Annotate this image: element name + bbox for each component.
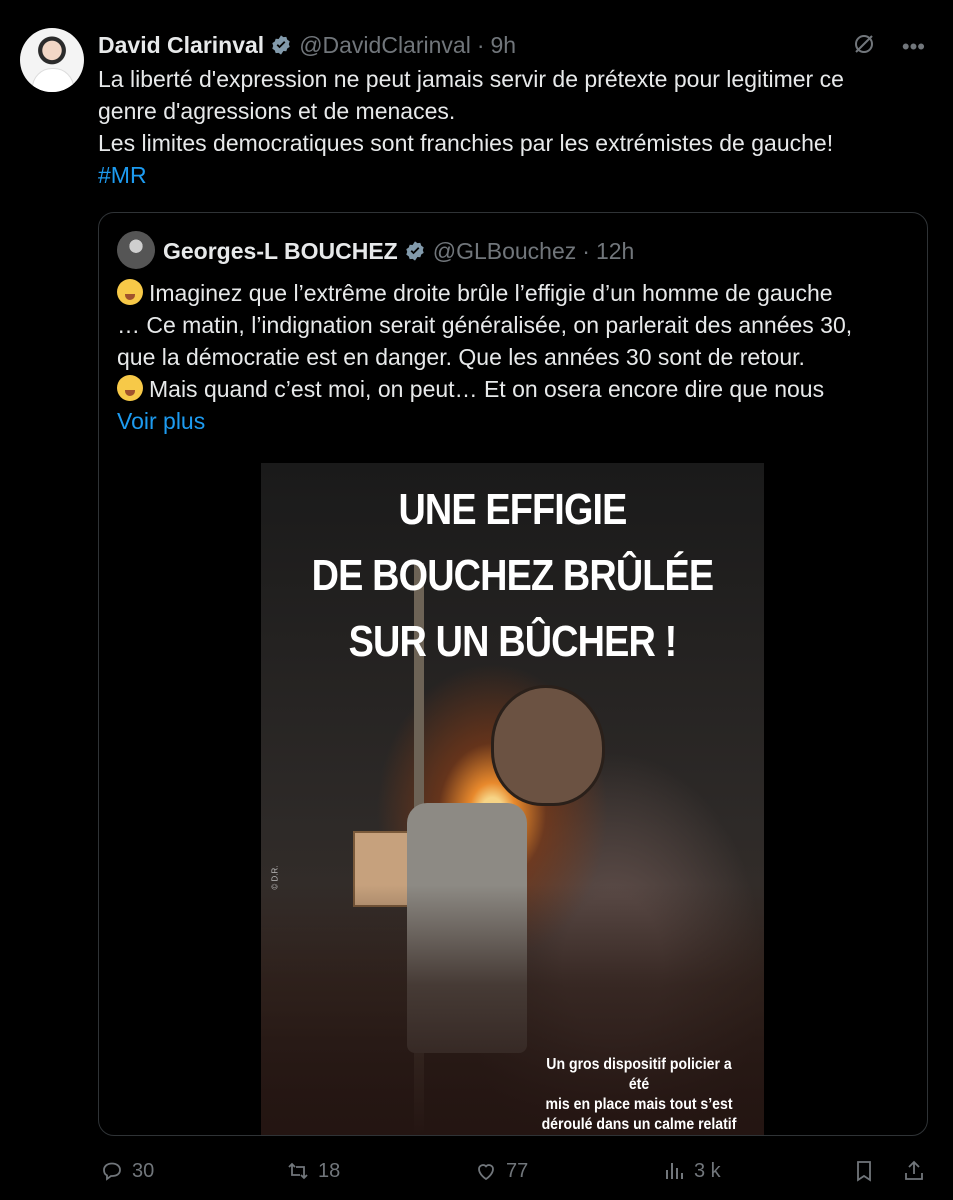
quoted-author-handle: @GLBouchez [432, 237, 577, 264]
reply-count: 30 [132, 1159, 155, 1182]
tweet-line: Les limites democratiques sont franchies… [98, 130, 834, 156]
like-button[interactable]: 77 [474, 1159, 528, 1183]
tweet-header: David Clarinval @DavidClarinval · 9h [98, 30, 516, 60]
quoted-author-name: Georges-L BOUCHEZ [163, 237, 398, 264]
quoted-tweet[interactable]: Georges-L BOUCHEZ @GLBouchez · 12h Imagi… [98, 212, 928, 1136]
quoted-line: que la démocratie est en danger. Que les… [117, 344, 805, 370]
action-bar: 30 18 77 3 k [100, 1155, 930, 1187]
quoted-line: Mais quand c’est moi, on peut… Et on ose… [149, 376, 825, 402]
photo-credit: © D.R. [270, 865, 280, 890]
quoted-media-image[interactable]: UNE EFFIGIE DE BOUCHEZ BRÛLÉE SUR UN BÛC… [261, 463, 764, 1135]
headline-line: DE BOUCHEZ BRÛLÉE [311, 551, 715, 600]
repost-icon [288, 1162, 308, 1180]
effigy-head-shape [491, 685, 605, 806]
share-button[interactable] [902, 1159, 926, 1183]
caption-line: déroulé dans un calme relatif [541, 1116, 737, 1133]
headline-line: SUR UN BÛCHER ! [348, 617, 678, 666]
repost-count: 18 [318, 1159, 341, 1182]
thinking-face-emoji-icon [117, 375, 143, 401]
show-more-link[interactable]: Voir plus [117, 405, 917, 437]
media-caption: Un gros dispositif policier a été mis en… [538, 1055, 740, 1135]
verified-badge-icon [270, 34, 292, 56]
repost-button[interactable]: 18 [286, 1159, 340, 1183]
caption-line: Un gros dispositif policier a été [546, 1056, 732, 1093]
reply-button[interactable]: 30 [100, 1159, 154, 1183]
quoted-header: Georges-L BOUCHEZ @GLBouchez · 12h [163, 235, 634, 267]
bookmark-icon [857, 1161, 871, 1182]
quoted-timestamp: 12h [595, 237, 635, 264]
verified-badge-icon [404, 240, 426, 262]
author-handle[interactable]: @DavidClarinval [299, 32, 471, 59]
tweet-text: La liberté d'expression ne peut jamais s… [98, 63, 928, 191]
reply-icon [103, 1162, 121, 1181]
caption-line: mis en place mais tout s’est [545, 1096, 733, 1113]
exploding-head-emoji-icon [117, 279, 143, 305]
avatar[interactable] [20, 28, 84, 92]
hashtag-link[interactable]: #MR [98, 159, 928, 191]
separator-dot: · [476, 31, 485, 58]
timestamp[interactable]: 9h [490, 32, 516, 59]
grok-icon[interactable] [852, 32, 876, 62]
quoted-line: … Ce matin, l’indignation serait général… [117, 312, 853, 338]
more-options-icon[interactable]: ••• [902, 34, 925, 60]
like-count: 77 [506, 1159, 529, 1182]
separator-dot: · [582, 237, 590, 264]
heart-icon [478, 1164, 494, 1181]
views-icon [666, 1163, 683, 1179]
media-headline: UNE EFFIGIE DE BOUCHEZ BRÛLÉE SUR UN BÛC… [296, 477, 729, 675]
quoted-avatar [117, 231, 155, 269]
tweet-line: La liberté d'expression ne peut jamais s… [98, 66, 844, 92]
headline-line: UNE EFFIGIE [398, 485, 627, 534]
bookmark-button[interactable] [852, 1159, 876, 1183]
quoted-line: Imaginez que l’extrême droite brûle l’ef… [149, 280, 833, 306]
author-name[interactable]: David Clarinval [98, 32, 264, 59]
views-button[interactable]: 3 k [662, 1159, 721, 1183]
tweet-line: genre d'agressions et de menaces. [98, 98, 456, 124]
share-icon [905, 1160, 923, 1180]
quoted-text: Imaginez que l’extrême droite brûle l’ef… [117, 277, 917, 437]
view-count: 3 k [694, 1159, 721, 1182]
